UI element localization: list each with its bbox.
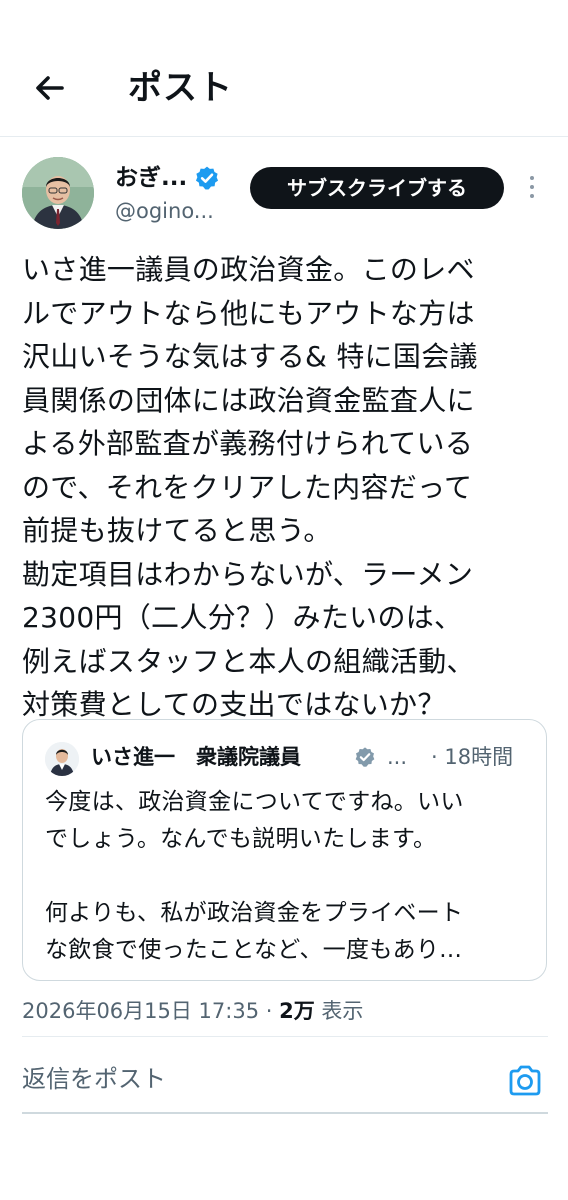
author-row: おぎ... @ogino... サブスクライブする [22, 157, 548, 233]
reply-input[interactable]: 返信をポスト [22, 1061, 166, 1097]
quoted-post[interactable]: いさ進一 衆議院議員 ... · 18時間 今度は、政治資金についてですね。いい… [22, 719, 547, 981]
post-timestamp[interactable]: 2026年06月15日 17:35 · [22, 999, 279, 1023]
more-vertical-icon[interactable] [522, 171, 542, 211]
quoted-author-name: いさ進一 衆議院議員 [91, 745, 301, 769]
quoted-author-photo [45, 742, 79, 776]
post-text: いさ進一議員の政治資金。このレベ ルでアウトなら他にもアウトな方は 沢山いそうな… [22, 253, 478, 721]
author-handle[interactable]: @ogino... [115, 197, 214, 225]
views-label: 表示 [314, 999, 364, 1023]
quoted-author-handle: ... [387, 745, 408, 769]
verified-badge-icon [355, 747, 375, 767]
verified-badge-icon [195, 166, 219, 190]
author-display-name[interactable]: おぎ... [115, 163, 187, 193]
page-title: ポスト [128, 68, 233, 108]
camera-icon [509, 1065, 541, 1096]
views-count: 2万 [279, 999, 315, 1023]
author-avatar[interactable] [22, 157, 94, 229]
reply-composer: 返信をポスト [0, 1037, 568, 1113]
top-bar: ポスト [0, 0, 568, 137]
arrow-left-icon [36, 76, 64, 100]
quoted-author-avatar [45, 742, 79, 776]
author-photo [22, 157, 94, 229]
reply-underline [22, 1112, 548, 1114]
quoted-post-time: · 18時間 [431, 745, 514, 769]
camera-button[interactable] [505, 1061, 545, 1101]
subscribe-button[interactable]: サブスクライブする [250, 167, 504, 209]
back-button[interactable] [28, 66, 72, 110]
post-meta: 2026年06月15日 17:35 · 2万 表示 [22, 994, 363, 1028]
quoted-post-text: 今度は、政治資金についてですね。いい でしょう。なんでも説明いたします。 何より… [45, 789, 464, 963]
